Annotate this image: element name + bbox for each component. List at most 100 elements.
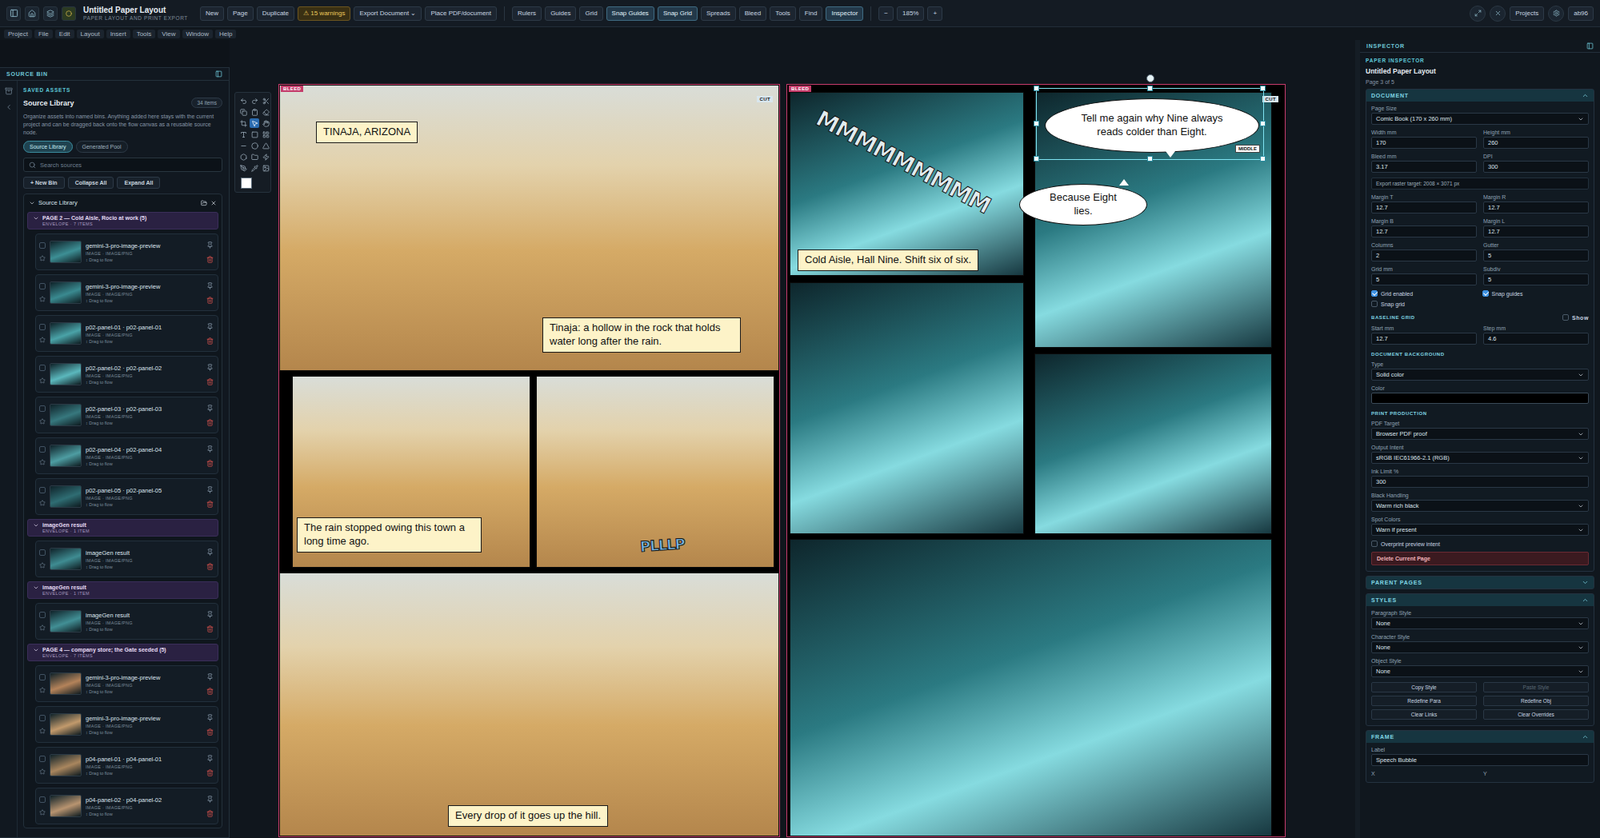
field-input[interactable]: 12.7 <box>1371 225 1477 238</box>
toolbar-button[interactable]: Grid <box>579 6 603 21</box>
checkbox-row[interactable]: Overprint preview intent <box>1371 540 1589 548</box>
bin-header[interactable]: imageGen resultENVELOPE · 1 ITEM <box>27 519 219 537</box>
tool-button[interactable] <box>238 152 248 162</box>
field-input[interactable]: 170 <box>1371 136 1477 149</box>
toolbar-button[interactable]: Spreads <box>700 6 736 21</box>
tab[interactable]: Source Library <box>23 140 73 153</box>
star-icon[interactable] <box>39 459 46 466</box>
asset-tool-button[interactable] <box>204 727 215 737</box>
asset-tool-button[interactable] <box>204 484 215 495</box>
menu-item[interactable]: Window <box>182 29 213 39</box>
field-input[interactable]: 300 <box>1371 476 1589 488</box>
asset-row[interactable]: gemini-3-pro-image-previewIMAGE · IMAGE/… <box>35 233 219 271</box>
field-input[interactable]: 5 <box>1483 249 1589 262</box>
bin-action-button[interactable]: Expand All <box>116 176 160 189</box>
field-input[interactable]: sRGB IEC61966-2.1 (RGB) <box>1371 452 1589 464</box>
star-icon[interactable] <box>39 296 46 303</box>
bin-header[interactable]: imageGen resultENVELOPE · 1 ITEM <box>27 581 219 600</box>
tab[interactable]: Generated Pool <box>76 140 128 153</box>
asset-row[interactable]: p02-panel-04 · p02-panel-04IMAGE · IMAGE… <box>35 437 219 475</box>
asset-tool-button[interactable] <box>204 686 215 696</box>
star-icon[interactable] <box>39 809 46 816</box>
field-input[interactable]: 5 <box>1371 273 1477 286</box>
row-checkbox[interactable] <box>39 364 46 372</box>
chevron-left-icon[interactable] <box>4 103 13 112</box>
star-icon[interactable] <box>39 728 46 735</box>
tool-button[interactable] <box>260 107 271 117</box>
toolbar-button[interactable]: Rulers <box>512 6 542 21</box>
field-input[interactable]: Warn if present <box>1371 524 1589 536</box>
color-swatch[interactable] <box>1371 392 1589 404</box>
resize-handle[interactable] <box>1033 120 1040 127</box>
menu-item[interactable]: Insert <box>106 29 131 39</box>
asset-row[interactable]: gemini-3-pro-image-previewIMAGE · IMAGE/… <box>35 274 219 312</box>
toolbar-button[interactable]: Projects <box>1509 6 1544 21</box>
asset-tool-button[interactable] <box>204 808 215 819</box>
asset-tool-button[interactable] <box>204 403 215 413</box>
resize-handle[interactable] <box>1147 156 1153 162</box>
tool-button[interactable] <box>238 140 248 151</box>
style-button[interactable]: Redefine Obj <box>1483 696 1589 707</box>
bin-header[interactable]: PAGE 2 — Cold Aisle, Rocio at work (5)EN… <box>27 212 219 230</box>
asset-tool-button[interactable] <box>204 295 215 305</box>
asset-tool-button[interactable] <box>204 547 215 557</box>
checkbox[interactable] <box>1371 290 1378 297</box>
checkbox[interactable] <box>1482 290 1489 297</box>
asset-tool-button[interactable] <box>204 458 215 468</box>
toolbar-button[interactable]: ⚠ 15 warnings <box>297 6 351 21</box>
menu-item[interactable]: View <box>157 29 180 39</box>
tool-button[interactable] <box>249 118 260 128</box>
asset-tool-button[interactable] <box>204 624 215 634</box>
menu-item[interactable]: Layout <box>76 29 104 39</box>
resize-handle[interactable] <box>1260 120 1266 127</box>
tool-button[interactable] <box>260 96 271 106</box>
rotate-handle[interactable] <box>1146 74 1155 83</box>
star-icon[interactable] <box>39 624 46 632</box>
tool-button[interactable] <box>249 107 260 117</box>
window-control[interactable] <box>6 6 21 21</box>
toolbar-button[interactable]: Find <box>799 6 824 21</box>
field-input[interactable]: 12.7 <box>1371 201 1477 214</box>
section-header[interactable]: FRAME <box>1366 731 1594 744</box>
field-input[interactable]: Browser PDF proof <box>1371 428 1589 440</box>
resize-handle[interactable] <box>1033 85 1040 92</box>
asset-tool-button[interactable] <box>204 753 215 764</box>
style-button[interactable]: Copy Style <box>1371 682 1477 693</box>
top-icon-button[interactable] <box>1469 5 1486 22</box>
star-icon[interactable] <box>39 687 46 694</box>
star-icon[interactable] <box>39 500 46 507</box>
asset-tool-button[interactable] <box>204 794 215 804</box>
collapse-panel-icon[interactable] <box>215 70 223 78</box>
fill-swatch[interactable] <box>240 177 252 189</box>
asset-tool-button[interactable] <box>204 768 215 778</box>
asset-tool-button[interactable] <box>204 444 215 454</box>
tool-button[interactable] <box>260 129 271 140</box>
row-checkbox[interactable] <box>39 405 46 412</box>
checkbox[interactable] <box>1371 540 1378 548</box>
asset-row[interactable]: gemini-3-pro-image-previewIMAGE · IMAGE/… <box>35 665 219 703</box>
bin-action-button[interactable]: + New Bin <box>23 176 65 189</box>
toolbar-button[interactable]: Page <box>227 6 254 21</box>
menu-item[interactable]: Edit <box>55 29 75 39</box>
toolbar-button[interactable]: Snap Guides <box>606 6 655 21</box>
checkbox-row[interactable]: Grid enabled <box>1371 290 1479 297</box>
tree-header[interactable]: Source Library <box>27 197 219 208</box>
field-input[interactable]: Warm rich black <box>1371 500 1589 512</box>
asset-row[interactable]: p02-panel-05 · p02-panel-05IMAGE · IMAGE… <box>35 478 219 516</box>
star-icon[interactable] <box>39 418 46 425</box>
tool-button[interactable] <box>249 152 260 162</box>
tool-button[interactable] <box>260 152 271 162</box>
asset-tool-button[interactable] <box>204 254 215 264</box>
window-control[interactable] <box>24 6 40 21</box>
toolbar-button[interactable]: 185% <box>896 6 924 21</box>
tool-button[interactable] <box>249 96 260 106</box>
asset-row[interactable]: imageGen resultIMAGE · IMAGE/PNG↕ Drag t… <box>35 540 219 578</box>
field-input[interactable]: 2 <box>1371 249 1477 262</box>
field-input[interactable]: Speech Bubble <box>1371 754 1589 767</box>
asset-tool-button[interactable] <box>204 280 215 291</box>
menu-item[interactable]: Help <box>215 29 236 39</box>
top-icon-button[interactable] <box>1489 5 1506 22</box>
checkbox[interactable] <box>1562 314 1569 321</box>
asset-tool-button[interactable] <box>204 609 215 620</box>
asset-tool-button[interactable] <box>204 561 215 572</box>
